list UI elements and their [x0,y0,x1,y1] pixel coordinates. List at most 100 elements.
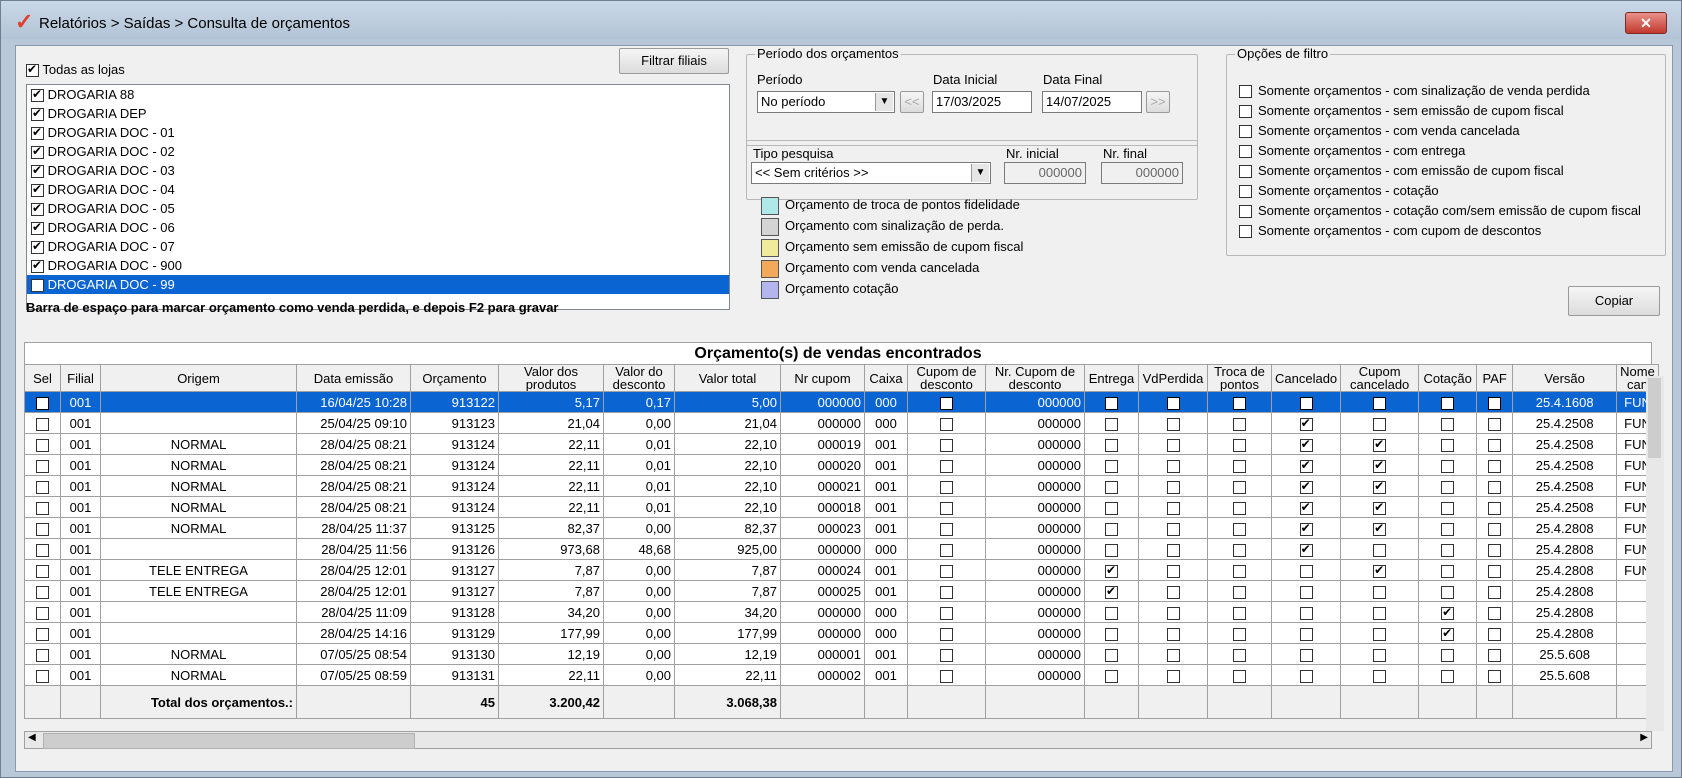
column-header[interactable]: Versão [1512,364,1618,392]
column-header[interactable]: Caixa [864,364,908,392]
cell-cupcanc[interactable] [1340,391,1420,413]
vdp-checkbox[interactable] [1166,627,1180,641]
store-checkbox[interactable] [31,125,44,141]
cot-checkbox[interactable] [1441,585,1455,599]
cell-cupcanc[interactable] [1340,601,1420,623]
cell-cdesc[interactable] [907,454,986,476]
sel-checkbox[interactable] [36,459,49,473]
store-checkbox[interactable] [31,163,44,179]
cell-troca[interactable] [1207,664,1272,686]
cell-cdesc[interactable] [907,475,986,497]
start-number-field[interactable]: 000000 [1004,162,1086,184]
cell-troca[interactable] [1207,412,1272,434]
sel-checkbox[interactable] [36,669,49,683]
store-checkbox[interactable] [31,106,44,122]
troca-checkbox[interactable] [1233,480,1246,494]
canc-checkbox[interactable] [1299,627,1313,641]
copy-button[interactable]: Copiar [1568,286,1660,316]
cell-troca[interactable] [1207,433,1272,455]
cot-checkbox[interactable] [1441,396,1455,410]
cell-sel[interactable] [24,475,61,497]
filter-option[interactable]: Somente orçamentos - cotação [1239,181,1641,201]
cot-checkbox[interactable] [1441,501,1455,515]
cell-sel[interactable] [24,643,61,665]
store-item[interactable]: DROGARIA DEP [27,104,729,123]
filter-option-checkbox[interactable] [1239,145,1252,159]
store-item[interactable]: DROGARIA DOC - 04 [27,180,729,199]
cell-cot[interactable] [1418,580,1478,602]
cot-checkbox[interactable] [1441,605,1455,620]
store-checkbox[interactable] [31,87,44,103]
cdesc-checkbox[interactable] [940,417,953,431]
cell-troca[interactable] [1207,454,1272,476]
entrega-checkbox[interactable] [1105,606,1118,620]
cell-canc[interactable] [1270,538,1342,560]
cell-troca[interactable] [1207,643,1272,665]
cell-canc[interactable] [1270,433,1342,455]
vertical-scroll-thumb[interactable] [1648,378,1661,458]
cell-troca[interactable] [1207,622,1272,644]
cell-paf[interactable] [1476,454,1514,476]
column-header[interactable]: Filial [60,364,101,392]
troca-checkbox[interactable] [1233,564,1246,578]
table-row[interactable]: 001 NORMAL 28/04/25 08:21 913124 22,11 0,01 22… [24,496,1659,518]
cell-cdesc[interactable] [907,643,986,665]
cell-vdp[interactable] [1138,538,1208,560]
cell-vdp[interactable] [1138,454,1208,476]
cell-paf[interactable] [1476,601,1514,623]
cell-cupcanc[interactable] [1340,580,1420,602]
scroll-right-icon[interactable]: ▶ [1640,732,1648,743]
sel-checkbox[interactable] [36,417,49,431]
canc-checkbox[interactable] [1299,669,1313,683]
cell-sel[interactable] [24,433,61,455]
vertical-scrollbar[interactable] [1646,376,1664,731]
cell-troca[interactable] [1207,580,1272,602]
cell-entrega[interactable] [1084,412,1139,434]
cell-cot[interactable] [1418,496,1478,518]
cupcanc-checkbox[interactable] [1373,521,1387,536]
store-item[interactable]: DROGARIA 88 [27,85,729,104]
cell-vdp[interactable] [1138,412,1208,434]
cell-vdp[interactable] [1138,580,1208,602]
cell-entrega[interactable] [1084,538,1139,560]
table-row[interactable]: 001 28/04/25 11:56 913126 973,68 48,68 925,00… [24,538,1659,560]
cell-vdp[interactable] [1138,559,1208,581]
paf-checkbox[interactable] [1488,438,1502,452]
cdesc-checkbox[interactable] [940,627,953,641]
paf-checkbox[interactable] [1488,501,1502,515]
cell-cdesc[interactable] [907,559,986,581]
cell-cupcanc[interactable] [1340,538,1420,560]
store-item[interactable]: DROGARIA DOC - 02 [27,142,729,161]
canc-checkbox[interactable] [1299,648,1313,662]
cell-cot[interactable] [1418,517,1478,539]
store-checkbox[interactable] [31,258,44,274]
column-header[interactable]: Troca de pontos [1207,364,1272,392]
table-row[interactable]: 001 28/04/25 11:09 913128 34,20 0,00 34,20 000… [24,601,1659,623]
cot-checkbox[interactable] [1441,648,1455,662]
column-header[interactable]: Cancelado [1270,364,1342,392]
sel-checkbox[interactable] [36,396,49,410]
store-checkbox[interactable] [31,277,44,293]
cell-entrega[interactable] [1084,643,1139,665]
cdesc-checkbox[interactable] [940,438,953,452]
cell-cot[interactable] [1418,412,1478,434]
paf-checkbox[interactable] [1488,459,1502,473]
filter-option[interactable]: Somente orçamentos - sem emissão de cupo… [1239,101,1641,121]
paf-checkbox[interactable] [1488,606,1502,620]
table-row[interactable]: 001 TELE ENTREGA 28/04/25 12:01 913127 7,87 0… [24,559,1659,581]
troca-checkbox[interactable] [1233,606,1246,620]
vdp-checkbox[interactable] [1166,669,1180,683]
column-header[interactable]: Cotação [1418,364,1478,392]
cell-entrega[interactable] [1084,475,1139,497]
filter-option-checkbox[interactable] [1239,205,1252,219]
troca-checkbox[interactable] [1233,501,1246,515]
paf-checkbox[interactable] [1488,564,1502,578]
cell-paf[interactable] [1476,391,1514,413]
canc-checkbox[interactable] [1299,458,1313,473]
cell-cdesc[interactable] [907,538,986,560]
horizontal-scrollbar[interactable]: ◀ ▶ [24,731,1652,749]
cell-cdesc[interactable] [907,496,986,518]
quotes-grid[interactable]: Sel Filial Origem Data emissão Orçamento Valo… [24,364,1659,719]
next-period-button[interactable]: >> [1146,91,1170,113]
store-item[interactable]: DROGARIA DOC - 900 [27,256,729,275]
